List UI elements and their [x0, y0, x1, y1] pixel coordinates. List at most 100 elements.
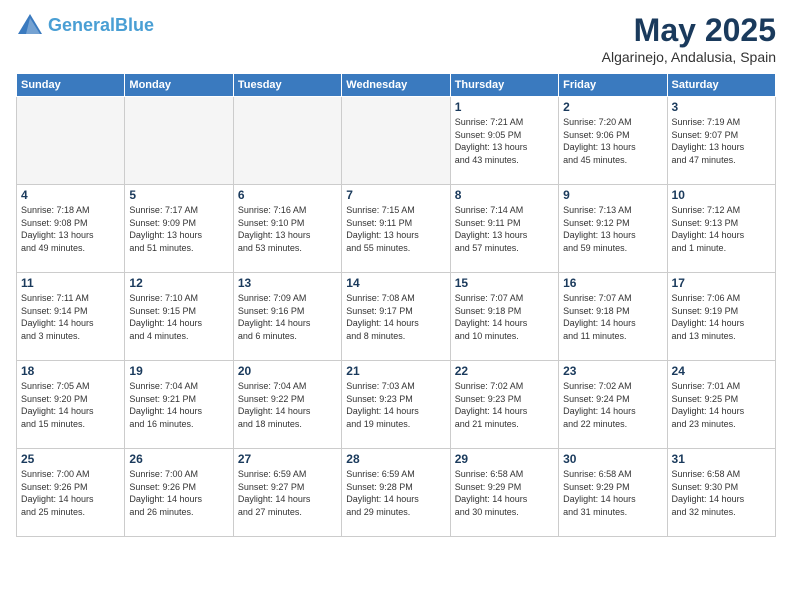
calendar-cell: 6 Sunrise: 7:16 AM Sunset: 9:10 PM Daylig… — [233, 185, 341, 273]
calendar-cell: 7 Sunrise: 7:15 AM Sunset: 9:11 PM Daylig… — [342, 185, 450, 273]
day-info: Sunrise: 7:16 AM Sunset: 9:10 PM Dayligh… — [238, 204, 337, 254]
day-info: Sunrise: 6:58 AM Sunset: 9:30 PM Dayligh… — [672, 468, 771, 518]
col-tuesday: Tuesday — [233, 74, 341, 97]
calendar-cell: 2Sunrise: 7:20 AM Sunset: 9:06 PM Daylig… — [559, 97, 667, 185]
calendar-cell — [17, 97, 125, 185]
day-info: Sunrise: 7:08 AM Sunset: 9:17 PM Dayligh… — [346, 292, 445, 342]
calendar-cell: 19 Sunrise: 7:04 AM Sunset: 9:21 PM Dayli… — [125, 361, 233, 449]
calendar-cell: 1 Sunrise: 7:21 AM Sunset: 9:05 PM Daylig… — [450, 97, 558, 185]
day-number: 29 — [455, 452, 554, 466]
col-friday: Friday — [559, 74, 667, 97]
calendar-week-row: 1 Sunrise: 7:21 AM Sunset: 9:05 PM Daylig… — [17, 97, 776, 185]
day-number: 12 — [129, 276, 228, 290]
col-thursday: Thursday — [450, 74, 558, 97]
day-info: Sunrise: 7:04 AM Sunset: 9:22 PM Dayligh… — [238, 380, 337, 430]
day-info: Sunrise: 7:00 AM Sunset: 9:26 PM Dayligh… — [21, 468, 120, 518]
day-info: Sunrise: 7:21 AM Sunset: 9:05 PM Dayligh… — [455, 116, 554, 166]
day-info: Sunrise: 7:02 AM Sunset: 9:23 PM Dayligh… — [455, 380, 554, 430]
logo-line2-blue: Blue — [115, 15, 154, 35]
day-info: Sunrise: 7:06 AM Sunset: 9:19 PM Dayligh… — [672, 292, 771, 342]
calendar-cell: 28 Sunrise: 6:59 AM Sunset: 9:28 PM Dayli… — [342, 449, 450, 537]
day-number: 3 — [672, 100, 771, 114]
day-number: 7 — [346, 188, 445, 202]
calendar-cell: 22 Sunrise: 7:02 AM Sunset: 9:23 PM Dayli… — [450, 361, 558, 449]
col-saturday: Saturday — [667, 74, 775, 97]
day-info: Sunrise: 7:07 AM Sunset: 9:18 PM Dayligh… — [563, 292, 662, 342]
day-number: 5 — [129, 188, 228, 202]
day-info: Sunrise: 7:19 AM Sunset: 9:07 PM Dayligh… — [672, 116, 771, 166]
day-info: Sunrise: 7:20 AM Sunset: 9:06 PM Dayligh… — [563, 116, 662, 166]
day-number: 28 — [346, 452, 445, 466]
day-number: 23 — [563, 364, 662, 378]
day-info: Sunrise: 7:10 AM Sunset: 9:15 PM Dayligh… — [129, 292, 228, 342]
day-info: Sunrise: 7:09 AM Sunset: 9:16 PM Dayligh… — [238, 292, 337, 342]
calendar-cell: 8 Sunrise: 7:14 AM Sunset: 9:11 PM Daylig… — [450, 185, 558, 273]
day-number: 1 — [455, 100, 554, 114]
calendar-cell: 18 Sunrise: 7:05 AM Sunset: 9:20 PM Dayli… — [17, 361, 125, 449]
calendar-cell: 30Sunrise: 6:58 AM Sunset: 9:29 PM Dayli… — [559, 449, 667, 537]
calendar-header-row: Sunday Monday Tuesday Wednesday Thursday… — [17, 74, 776, 97]
calendar-cell: 17 Sunrise: 7:06 AM Sunset: 9:19 PM Dayli… — [667, 273, 775, 361]
day-info: Sunrise: 7:04 AM Sunset: 9:21 PM Dayligh… — [129, 380, 228, 430]
calendar-cell: 16 Sunrise: 7:07 AM Sunset: 9:18 PM Dayli… — [559, 273, 667, 361]
day-number: 6 — [238, 188, 337, 202]
col-sunday: Sunday — [17, 74, 125, 97]
day-info: Sunrise: 7:14 AM Sunset: 9:11 PM Dayligh… — [455, 204, 554, 254]
logo-line1: General — [48, 15, 115, 35]
day-number: 16 — [563, 276, 662, 290]
col-monday: Monday — [125, 74, 233, 97]
page: GeneralBlue May 2025 Algarinejo, Andalus… — [0, 0, 792, 612]
day-number: 21 — [346, 364, 445, 378]
day-number: 25 — [21, 452, 120, 466]
day-number: 24 — [672, 364, 771, 378]
calendar-cell: 4Sunrise: 7:18 AM Sunset: 9:08 PM Daylig… — [17, 185, 125, 273]
location-subtitle: Algarinejo, Andalusia, Spain — [602, 49, 776, 65]
day-info: Sunrise: 6:58 AM Sunset: 9:29 PM Dayligh… — [455, 468, 554, 518]
calendar-cell: 12 Sunrise: 7:10 AM Sunset: 9:15 PM Dayli… — [125, 273, 233, 361]
logo-icon — [16, 12, 44, 40]
day-info: Sunrise: 7:12 AM Sunset: 9:13 PM Dayligh… — [672, 204, 771, 254]
calendar-cell: 9 Sunrise: 7:13 AM Sunset: 9:12 PM Daylig… — [559, 185, 667, 273]
calendar-cell — [342, 97, 450, 185]
col-wednesday: Wednesday — [342, 74, 450, 97]
day-number: 11 — [21, 276, 120, 290]
day-number: 14 — [346, 276, 445, 290]
day-info: Sunrise: 7:15 AM Sunset: 9:11 PM Dayligh… — [346, 204, 445, 254]
day-info: Sunrise: 7:01 AM Sunset: 9:25 PM Dayligh… — [672, 380, 771, 430]
calendar-cell — [125, 97, 233, 185]
calendar-cell: 14 Sunrise: 7:08 AM Sunset: 9:17 PM Dayli… — [342, 273, 450, 361]
month-title: May 2025 — [602, 12, 776, 49]
day-number: 10 — [672, 188, 771, 202]
day-number: 17 — [672, 276, 771, 290]
day-number: 18 — [21, 364, 120, 378]
title-block: May 2025 Algarinejo, Andalusia, Spain — [602, 12, 776, 65]
calendar-cell: 15Sunrise: 7:07 AM Sunset: 9:18 PM Dayli… — [450, 273, 558, 361]
calendar-week-row: 4Sunrise: 7:18 AM Sunset: 9:08 PM Daylig… — [17, 185, 776, 273]
calendar-week-row: 18 Sunrise: 7:05 AM Sunset: 9:20 PM Dayli… — [17, 361, 776, 449]
calendar-cell: 5Sunrise: 7:17 AM Sunset: 9:09 PM Daylig… — [125, 185, 233, 273]
calendar-cell: 3 Sunrise: 7:19 AM Sunset: 9:07 PM Daylig… — [667, 97, 775, 185]
day-number: 22 — [455, 364, 554, 378]
day-number: 26 — [129, 452, 228, 466]
day-info: Sunrise: 7:11 AM Sunset: 9:14 PM Dayligh… — [21, 292, 120, 342]
calendar-week-row: 25 Sunrise: 7:00 AM Sunset: 9:26 PM Dayli… — [17, 449, 776, 537]
calendar-cell: 31 Sunrise: 6:58 AM Sunset: 9:30 PM Dayli… — [667, 449, 775, 537]
header: GeneralBlue May 2025 Algarinejo, Andalus… — [16, 12, 776, 65]
day-info: Sunrise: 6:58 AM Sunset: 9:29 PM Dayligh… — [563, 468, 662, 518]
day-number: 19 — [129, 364, 228, 378]
day-info: Sunrise: 7:13 AM Sunset: 9:12 PM Dayligh… — [563, 204, 662, 254]
day-info: Sunrise: 7:02 AM Sunset: 9:24 PM Dayligh… — [563, 380, 662, 430]
calendar-cell: 24 Sunrise: 7:01 AM Sunset: 9:25 PM Dayli… — [667, 361, 775, 449]
day-number: 31 — [672, 452, 771, 466]
calendar-cell — [233, 97, 341, 185]
day-number: 15 — [455, 276, 554, 290]
calendar-cell: 27Sunrise: 6:59 AM Sunset: 9:27 PM Dayli… — [233, 449, 341, 537]
day-info: Sunrise: 7:05 AM Sunset: 9:20 PM Dayligh… — [21, 380, 120, 430]
day-number: 9 — [563, 188, 662, 202]
calendar-cell: 20Sunrise: 7:04 AM Sunset: 9:22 PM Dayli… — [233, 361, 341, 449]
calendar-cell: 13Sunrise: 7:09 AM Sunset: 9:16 PM Dayli… — [233, 273, 341, 361]
day-number: 8 — [455, 188, 554, 202]
day-info: Sunrise: 6:59 AM Sunset: 9:28 PM Dayligh… — [346, 468, 445, 518]
day-number: 4 — [21, 188, 120, 202]
logo-text: GeneralBlue — [48, 16, 154, 36]
